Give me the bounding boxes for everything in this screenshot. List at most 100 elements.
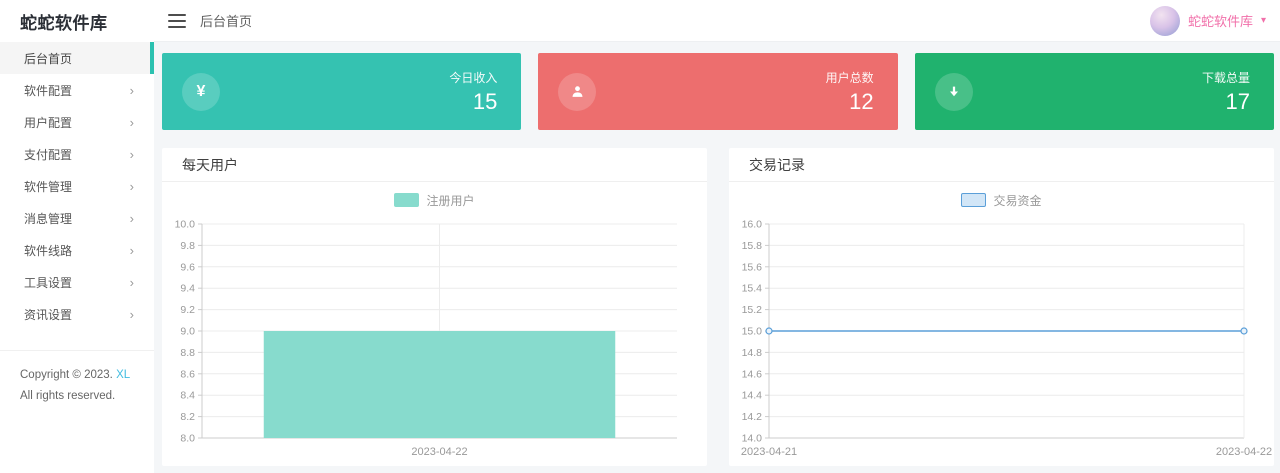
sidebar-item-software-route[interactable]: 软件线路 › xyxy=(0,234,154,266)
sidebar-item-label: 软件管理 xyxy=(24,179,73,194)
legend-registered-users[interactable]: 注册用户 xyxy=(162,192,707,208)
legend-swatch xyxy=(961,193,987,207)
svg-text:8.2: 8.2 xyxy=(180,411,195,423)
stat-card-downloads: 下载总量 17 xyxy=(914,53,1274,130)
username: 蛇蛇软件库 xyxy=(1187,14,1253,29)
stat-value: 17 xyxy=(1225,88,1250,114)
daily-users-bar-chart: 8.0 8.2 8.4 8.6 8.8 9.0 9.2 9.4 9.6 9.8 10.0 2023-0… xyxy=(175,219,677,458)
sidebar-item-software-config[interactable]: 软件配置 › xyxy=(0,74,154,106)
svg-text:14.0: 14.0 xyxy=(742,433,763,445)
legend-label: 注册用户 xyxy=(426,193,475,208)
svg-text:9.2: 9.2 xyxy=(180,304,195,316)
main-area: 后台首页 蛇蛇软件库 ▾ ¥ 今日收入 15 用户总数 12 下载总量 17 每… xyxy=(154,0,1280,473)
panel-transactions: 交易记录 交易资金 14.0 14.2 14.4 14.6 14.8 15.0 15.2 15… xyxy=(729,148,1274,466)
svg-text:8.0: 8.0 xyxy=(180,433,195,445)
menu-toggle-bar xyxy=(168,13,186,16)
svg-text:8.8: 8.8 xyxy=(180,347,195,359)
transactions-chart-area: 14.0 14.2 14.4 14.6 14.8 15.0 15.2 15.4 15.6 15.8… xyxy=(729,216,1274,464)
svg-text:9.6: 9.6 xyxy=(180,261,195,273)
sidebar: 蛇蛇软件库 后台首页 软件配置 › 用户配置 › 支付配置 › 软件管理 › 消… xyxy=(0,0,154,473)
sidebar-item-label: 后台首页 xyxy=(24,51,73,66)
stat-cards-row: ¥ 今日收入 15 用户总数 12 下载总量 17 xyxy=(162,53,1274,130)
svg-text:15.2: 15.2 xyxy=(742,304,763,316)
app-logo: 蛇蛇软件库 xyxy=(20,13,108,33)
copyright-text: Copyright © 2023. xyxy=(20,369,113,381)
chevron-right-icon: › xyxy=(129,146,134,162)
svg-text:2023-04-22: 2023-04-22 xyxy=(1216,446,1272,458)
app-root: 蛇蛇软件库 后台首页 软件配置 › 用户配置 › 支付配置 › 软件管理 › 消… xyxy=(0,0,1280,473)
menu-toggle-icon[interactable] xyxy=(168,13,186,28)
sidebar-item-tool-settings[interactable]: 工具设置 › xyxy=(0,266,154,298)
stat-label: 今日收入 xyxy=(449,70,498,85)
download-icon-glyph xyxy=(949,86,958,96)
sidebar-item-label: 软件配置 xyxy=(24,83,73,98)
svg-text:2023-04-21: 2023-04-21 xyxy=(741,446,797,458)
copyright-link[interactable]: XL xyxy=(116,369,130,381)
chevron-right-icon: › xyxy=(129,306,134,322)
svg-text:14.8: 14.8 xyxy=(742,347,763,359)
avatar[interactable] xyxy=(1149,5,1180,36)
sidebar-item-payment-config[interactable]: 支付配置 › xyxy=(0,138,154,170)
user-icon-glyph xyxy=(572,86,583,97)
svg-text:15.0: 15.0 xyxy=(742,326,763,338)
yen-glyph: ¥ xyxy=(196,82,206,100)
sidebar-item-message-manage[interactable]: 消息管理 › xyxy=(0,202,154,234)
sidebar-item-software-manage[interactable]: 软件管理 › xyxy=(0,170,154,202)
top-header: 后台首页 蛇蛇软件库 ▾ xyxy=(154,0,1280,42)
user-menu[interactable]: 蛇蛇软件库 ▾ xyxy=(1149,5,1266,36)
sidebar-item-label: 工具设置 xyxy=(24,275,73,290)
svg-text:2023-04-22: 2023-04-22 xyxy=(411,446,467,458)
panel-title: 每天用户 xyxy=(162,148,707,182)
svg-text:15.6: 15.6 xyxy=(742,261,763,273)
transactions-line-chart: 14.0 14.2 14.4 14.6 14.8 15.0 15.2 15.4 15.6 15.8… xyxy=(741,219,1272,459)
menu-toggle-bar xyxy=(168,25,186,28)
svg-text:8.6: 8.6 xyxy=(180,368,195,380)
chevron-right-icon: › xyxy=(129,82,134,98)
svg-text:10.0: 10.0 xyxy=(175,219,196,231)
legend-transaction-funds[interactable]: 交易资金 xyxy=(729,192,1274,208)
chart-panels-row: 每天用户 注册用户 8.0 8.2 8.4 8.6 8.8 9.0 9.2 9.4 9.6 9.8… xyxy=(162,148,1274,466)
sidebar-item-label: 支付配置 xyxy=(24,147,73,162)
svg-text:15.4: 15.4 xyxy=(742,283,763,295)
legend-swatch xyxy=(394,193,420,207)
stat-value: 12 xyxy=(849,88,874,114)
panel-daily-users: 每天用户 注册用户 8.0 8.2 8.4 8.6 8.8 9.0 9.2 9.4 9.6 9.8… xyxy=(162,148,707,466)
svg-text:8.4: 8.4 xyxy=(180,390,195,402)
panel-title: 交易记录 xyxy=(729,148,1274,182)
sidebar-item-label: 软件线路 xyxy=(24,243,73,258)
chevron-right-icon: › xyxy=(129,178,134,194)
download-icon xyxy=(934,72,973,111)
stat-value: 15 xyxy=(472,88,498,114)
chevron-right-icon: › xyxy=(129,210,134,226)
caret-down-icon: ▾ xyxy=(1260,15,1266,26)
breadcrumb: 后台首页 xyxy=(200,14,253,29)
svg-text:14.4: 14.4 xyxy=(742,390,763,402)
sidebar-item-label: 消息管理 xyxy=(24,211,73,226)
user-icon xyxy=(558,72,597,111)
svg-text:9.0: 9.0 xyxy=(180,326,195,338)
svg-text:9.4: 9.4 xyxy=(180,283,195,295)
svg-text:16.0: 16.0 xyxy=(742,219,763,231)
copyright-text: All rights reserved. xyxy=(20,390,116,403)
copyright: Copyright © 2023. XL All rights reserved… xyxy=(0,350,154,408)
stat-label: 下载总量 xyxy=(1201,70,1250,85)
stat-card-users: 用户总数 12 xyxy=(538,53,898,130)
legend-label: 交易资金 xyxy=(993,193,1042,208)
sidebar-item-label: 资讯设置 xyxy=(24,307,73,322)
sidebar-item-label: 用户配置 xyxy=(24,115,73,130)
stat-label: 用户总数 xyxy=(825,70,874,85)
daily-users-chart-area: 8.0 8.2 8.4 8.6 8.8 9.0 9.2 9.4 9.6 9.8 10.0 2023-0… xyxy=(162,216,707,464)
svg-text:14.2: 14.2 xyxy=(742,411,763,423)
sidebar-item-user-config[interactable]: 用户配置 › xyxy=(0,106,154,138)
svg-text:9.8: 9.8 xyxy=(180,240,195,252)
sidebar-item-news-settings[interactable]: 资讯设置 › xyxy=(0,298,154,330)
menu-toggle-bar xyxy=(168,19,186,22)
sidebar-nav: 后台首页 软件配置 › 用户配置 › 支付配置 › 软件管理 › 消息管理 › xyxy=(0,42,154,330)
stat-card-income: ¥ 今日收入 15 xyxy=(162,53,522,130)
sidebar-item-home[interactable]: 后台首页 xyxy=(0,42,154,74)
content: ¥ 今日收入 15 用户总数 12 下载总量 17 每天用户 注册用户 8.0 … xyxy=(154,42,1280,466)
chevron-right-icon: › xyxy=(129,242,134,258)
chevron-right-icon: › xyxy=(129,274,134,290)
yen-icon: ¥ xyxy=(182,72,220,111)
svg-text:15.8: 15.8 xyxy=(742,240,763,252)
